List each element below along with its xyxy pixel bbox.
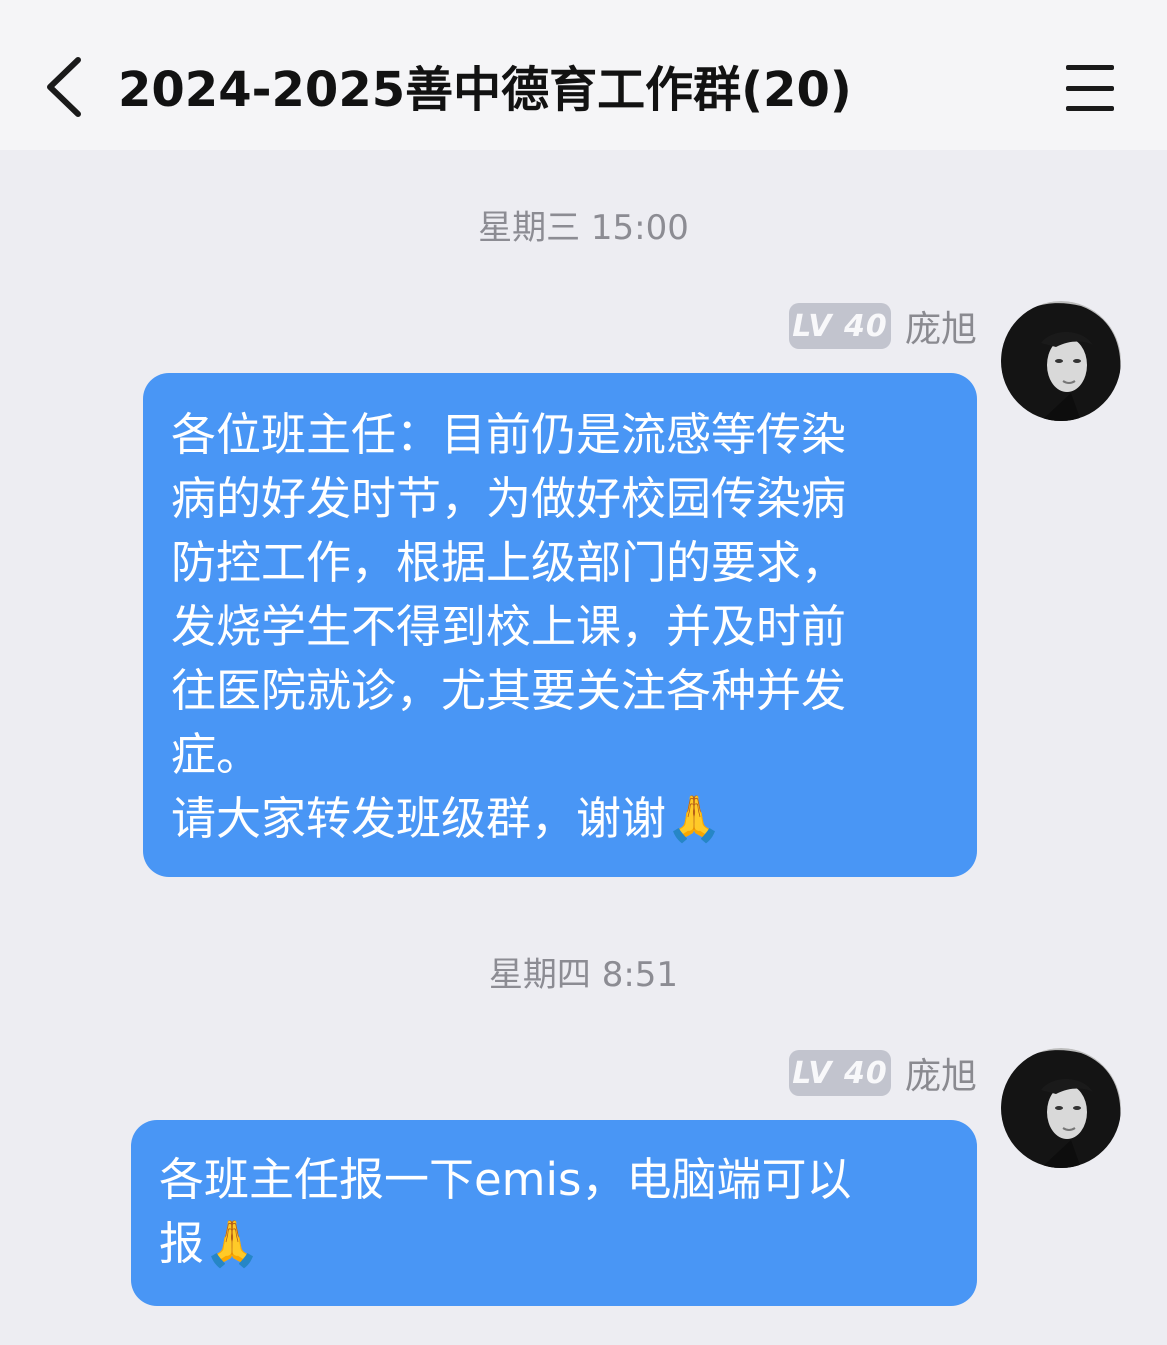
avatar-image: [1001, 301, 1121, 421]
chat-title: 2024-2025善中德育工作群(20): [118, 62, 852, 118]
message-timestamp: 星期三 15:00: [478, 208, 689, 248]
back-button[interactable]: [36, 52, 96, 122]
menu-icon: [1066, 65, 1114, 70]
level-badge: LV 40: [789, 303, 891, 349]
chevron-left-icon: [47, 57, 81, 117]
sender-name: 庞旭: [905, 1056, 978, 1097]
avatar[interactable]: [1001, 1048, 1121, 1168]
sender-name: 庞旭: [905, 309, 978, 350]
message-timestamp: 星期四 8:51: [488, 955, 679, 995]
avatar[interactable]: [1001, 301, 1121, 421]
level-badge: LV 40: [789, 1050, 891, 1096]
chat-header: 2024-2025善中德育工作群(20): [0, 0, 1167, 150]
message-bubble[interactable]: 各班主任报一下emis，电脑端可以 报🙏: [131, 1120, 977, 1306]
sender-info: LV 40 庞旭: [789, 1049, 977, 1097]
avatar-image: [1001, 1048, 1121, 1168]
menu-button[interactable]: [1060, 62, 1120, 112]
message-bubble[interactable]: 各位班主任：目前仍是流感等传染 病的好发时节，为做好校园传染病 防控工作，根据上…: [143, 373, 977, 877]
sender-info: LV 40 庞旭: [789, 302, 977, 350]
